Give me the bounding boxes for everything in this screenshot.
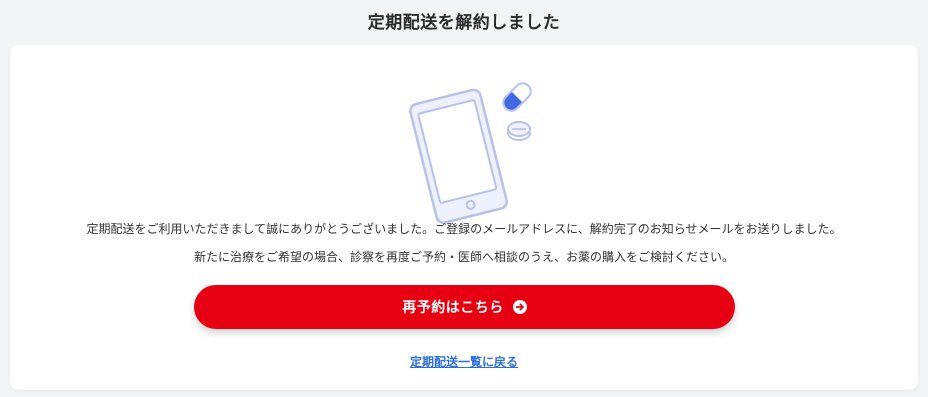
capsule-icon xyxy=(502,82,532,112)
rebook-button[interactable]: 再予約はこちら xyxy=(194,285,735,329)
back-to-list-link[interactable]: 定期配送一覧に戻る xyxy=(410,355,518,369)
page-title: 定期配送を解約しました xyxy=(367,13,561,33)
illustration xyxy=(409,82,532,224)
completion-card: 定期配送をご利用いただきまして誠にありがとうございました。ご登録のメールアドレス… xyxy=(10,45,918,390)
arrow-right-circle-icon xyxy=(512,300,527,314)
message-line-2: 新たに治療をご希望の場合、診察を再度ご予約・医師へ相談のうえ、お薬の購入をご検討… xyxy=(193,250,734,264)
smartphone-icon xyxy=(409,88,508,224)
back-link-wrapper: 定期配送一覧に戻る xyxy=(10,351,918,370)
rebook-button-label: 再予約はこちら xyxy=(402,300,504,316)
tablet-pill-icon xyxy=(507,121,531,141)
message-line-1: 定期配送をご利用いただきまして誠にありがとうございました。ご登録のメールアドレス… xyxy=(86,222,842,236)
